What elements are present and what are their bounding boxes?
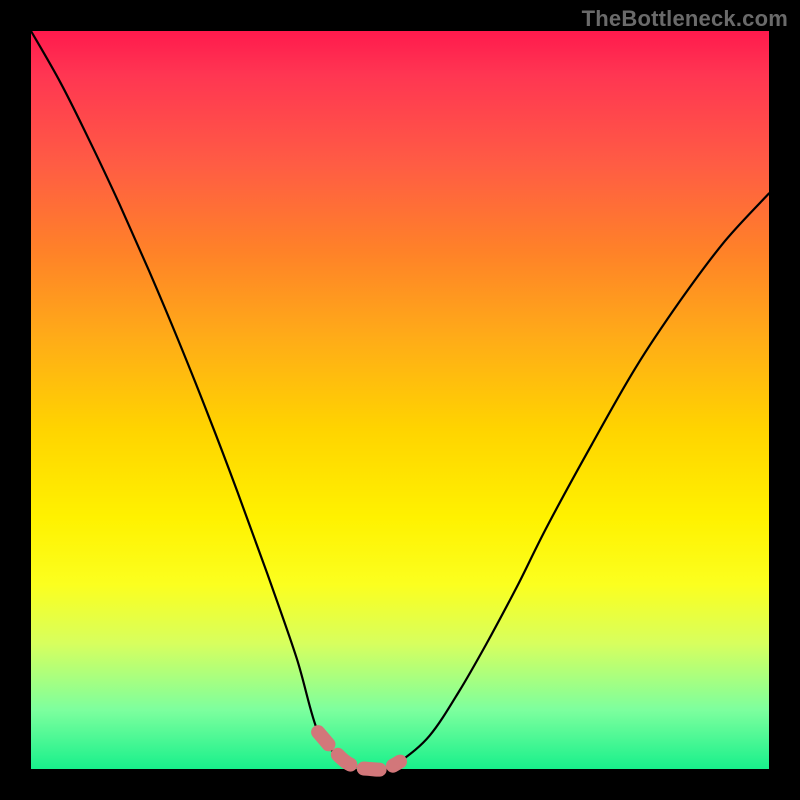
plot-gradient-area — [31, 31, 769, 769]
watermark-text: TheBottleneck.com — [582, 6, 788, 32]
chart-frame: TheBottleneck.com — [0, 0, 800, 800]
